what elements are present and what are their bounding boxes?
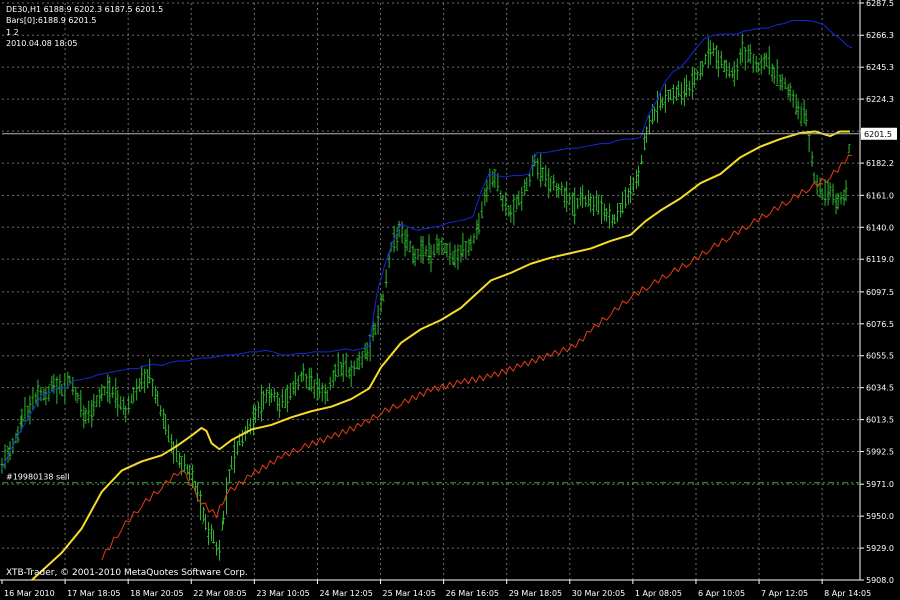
symbol-quote-line: DE30,H1 6188.9 6202.3 6187.5 6201.5: [6, 5, 164, 14]
x-tick-label: 29 Mar 18:05: [509, 589, 562, 598]
y-tick-label: 5908.0: [866, 576, 894, 585]
bar-time-line: 2010.04.08 18:05: [6, 39, 78, 48]
trailing-stop-line: [101, 154, 853, 561]
y-tick-label: 6119.0: [866, 255, 894, 264]
y-tick-label: 6013.5: [866, 416, 894, 425]
y-tick-label: 5992.5: [866, 448, 894, 457]
y-tick-label: 6266.3: [866, 31, 894, 40]
y-tick-label: 6287.5: [866, 0, 894, 8]
y-tick-label: 5971.0: [866, 480, 894, 489]
x-tick-label: 23 Mar 10:05: [256, 589, 309, 598]
x-tick-label: 6 Apr 10:05: [698, 589, 745, 598]
copyright-text: XTB-Trader, © 2001-2010 MetaQuotes Softw…: [6, 568, 248, 578]
x-tick-label: 16 Mar 2010: [4, 589, 55, 598]
indicator-info-line: 1 2: [6, 28, 19, 37]
x-tick-label: 18 Mar 20:05: [130, 589, 183, 598]
y-tick-label: 6224.3: [866, 95, 894, 104]
x-tick-label: 1 Apr 08:05: [635, 589, 682, 598]
x-tick-label: 24 Mar 12:05: [319, 589, 372, 598]
x-tick-label: 25 Mar 14:05: [383, 589, 436, 598]
x-tick-label: 22 Mar 08:05: [193, 589, 246, 598]
current-price-label: 6201.5: [864, 130, 892, 139]
upper-band-line: [1, 19, 853, 470]
bars-info-line: Bars[0]:6188.9 6201.5: [6, 16, 97, 25]
x-tick-label: 7 Apr 12:05: [761, 589, 808, 598]
y-tick-label: 6245.3: [866, 63, 894, 72]
y-tick-label: 5929.0: [866, 544, 894, 553]
y-tick-label: 6055.5: [866, 352, 894, 361]
x-tick-label: 17 Mar 18:05: [67, 589, 120, 598]
y-tick-label: 6140.0: [866, 223, 894, 232]
price-chart[interactable]: 6287.56266.36245.36224.36203.26182.26161…: [0, 0, 900, 600]
y-tick-label: 6034.5: [866, 384, 894, 393]
y-tick-label: 6161.0: [866, 191, 894, 200]
x-tick-label: 26 Mar 16:05: [446, 589, 499, 598]
x-tick-label: 30 Mar 20:05: [572, 589, 625, 598]
y-tick-label: 5950.0: [866, 512, 894, 521]
y-tick-label: 6097.5: [866, 288, 894, 297]
y-tick-label: 6182.2: [866, 159, 894, 168]
y-tick-label: 6076.5: [866, 320, 894, 329]
order-line-label: #19980138 sell: [6, 473, 70, 482]
x-tick-label: 8 Apr 14:05: [824, 589, 871, 598]
